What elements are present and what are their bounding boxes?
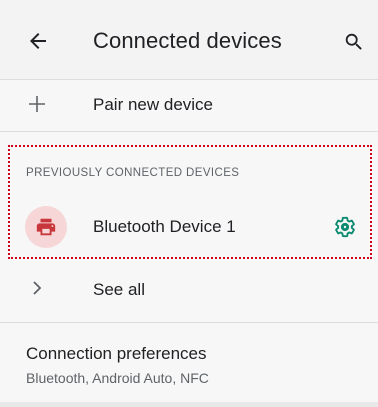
section-divider <box>0 322 378 323</box>
printer-icon <box>25 206 67 248</box>
gear-icon[interactable] <box>334 216 356 238</box>
arrow-back-icon[interactable] <box>26 29 50 53</box>
plus-icon <box>27 94 47 114</box>
section-header: PREVIOUSLY CONNECTED DEVICES <box>26 167 240 179</box>
see-all-label: See all <box>93 280 145 299</box>
see-all-row[interactable] <box>0 265 378 315</box>
connection-preferences-title: Connection preferences <box>26 344 207 363</box>
device-name: Bluetooth Device 1 <box>93 217 236 236</box>
connection-preferences-subtitle: Bluetooth, Android Auto, NFC <box>26 370 209 386</box>
bottom-edge <box>0 402 378 407</box>
search-icon[interactable] <box>343 31 365 53</box>
app-bar: Connected devices <box>0 0 378 79</box>
section-divider <box>0 131 378 132</box>
connected-devices-screen: Connected devices Pair new device PREVIO… <box>0 0 378 407</box>
pair-new-device-row[interactable]: Pair new device <box>0 80 378 131</box>
chevron-right-icon <box>30 280 44 296</box>
pair-new-device-label: Pair new device <box>93 95 214 114</box>
page-title: Connected devices <box>93 28 282 53</box>
